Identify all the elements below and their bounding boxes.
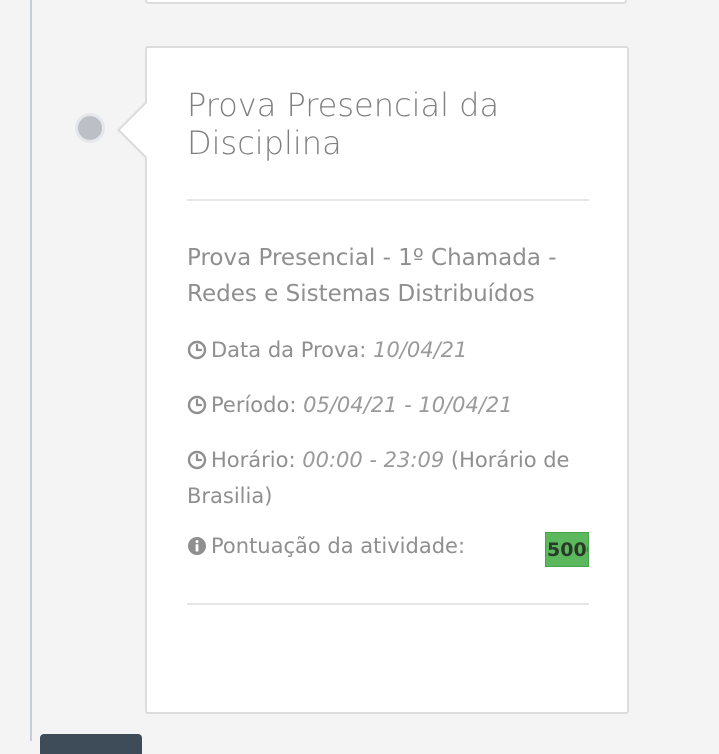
clock-icon <box>187 450 207 470</box>
exam-time-label: Horário: <box>211 448 296 472</box>
exam-period-row: Período: 05/04/21 - 10/04/21 <box>187 387 589 423</box>
exam-time-value: 00:00 - 23:09 <box>302 448 445 472</box>
activity-score-badge: 5000 <box>545 532 589 567</box>
exam-subtitle: Prova Presencial - 1º Chamada - Redes e … <box>187 245 557 307</box>
activity-score-row: Pontuação da atividade: <box>187 528 589 564</box>
card-title: Prova Presencial da Disciplina <box>187 86 500 162</box>
exam-time-row: Horário: 00:00 - 23:09 (Horário de Brasi… <box>187 442 589 514</box>
exam-date-value: 10/04/21 <box>373 338 468 362</box>
exam-period-label: Período: <box>211 393 297 417</box>
card-divider-bottom <box>187 603 589 605</box>
timeline-dot <box>78 116 102 140</box>
clock-icon <box>187 395 207 415</box>
previous-timeline-card <box>145 0 627 4</box>
activity-score-label: Pontuação da atividade: <box>211 534 466 558</box>
exam-date-label: Data da Prova: <box>211 338 367 362</box>
bottom-tab[interactable] <box>40 734 142 754</box>
card-divider-top <box>187 199 589 201</box>
exam-date-row: Data da Prova: 10/04/21 <box>187 332 589 368</box>
info-icon <box>188 537 206 555</box>
timeline-line <box>30 0 32 741</box>
exam-card: Prova Presencial da Disciplina Prova Pre… <box>117 46 629 714</box>
clock-icon <box>187 340 207 360</box>
exam-period-value: 05/04/21 - 10/04/21 <box>303 393 513 417</box>
card-pointer-arrow <box>117 100 148 160</box>
